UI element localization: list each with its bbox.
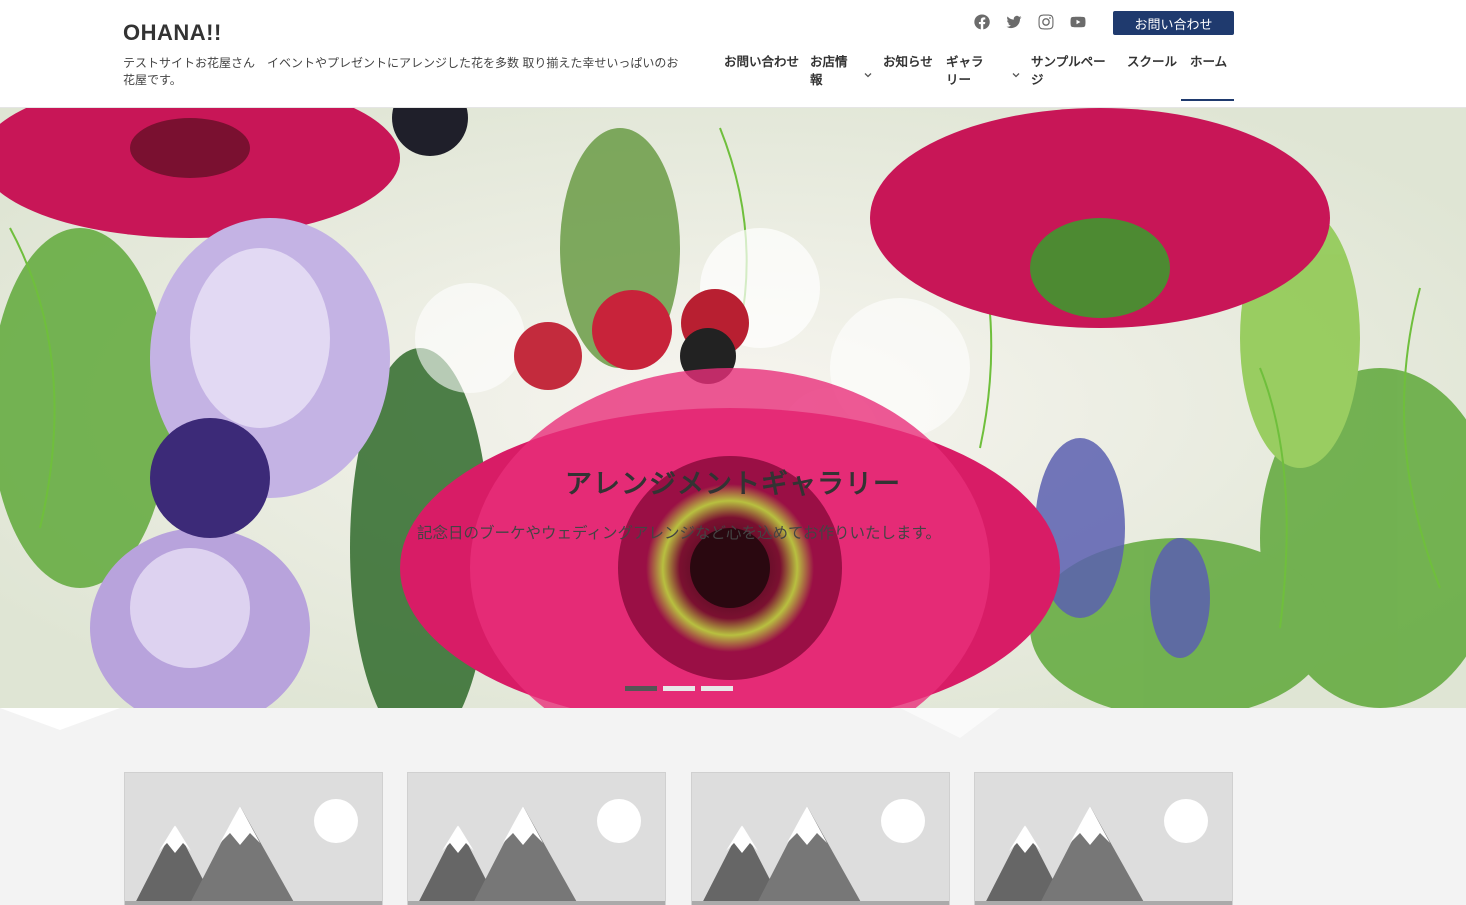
- post-card-2[interactable]: [407, 772, 666, 905]
- nav-item-contact[interactable]: お問い合わせ: [715, 52, 799, 101]
- nav-item-label: お知らせ: [883, 54, 933, 69]
- site-tagline: テストサイトお花屋さん イベントやプレゼントにアレンジした花を多数 取り揃えた幸…: [123, 56, 679, 87]
- nav-item-label: スクール: [1127, 54, 1178, 69]
- slider-dot-1[interactable]: [625, 686, 657, 691]
- chevron-down-icon[interactable]: [864, 66, 872, 78]
- nav-item-label: お問い合わせ: [724, 54, 800, 69]
- image-placeholder-icon: [125, 773, 382, 905]
- content-section: [0, 708, 1466, 905]
- image-placeholder-icon: [975, 773, 1232, 905]
- post-card-1[interactable]: [124, 772, 383, 905]
- contact-button[interactable]: お問い合わせ: [1113, 11, 1234, 35]
- twitter-icon[interactable]: [1004, 12, 1024, 32]
- nav-item-news[interactable]: お知らせ: [874, 52, 934, 101]
- nav-item-sample-page[interactable]: サンプルページ: [1022, 52, 1117, 101]
- nav-item-home[interactable]: ホーム: [1181, 52, 1234, 101]
- nav-item-label: お店情報: [810, 54, 848, 87]
- chevron-down-icon[interactable]: [1012, 66, 1020, 78]
- nav-item-school[interactable]: スクール: [1118, 52, 1178, 101]
- hero-flower-image: [0, 108, 1466, 708]
- nav-item-gallery[interactable]: ギャラリー: [937, 52, 1021, 101]
- image-placeholder-icon: [692, 773, 949, 905]
- hero-slider[interactable]: アレンジメントギャラリー 記念日のブーケやウェディングアレンジなど心を込めてお作…: [0, 108, 1466, 708]
- facebook-icon[interactable]: [972, 12, 992, 32]
- hero-title: アレンジメントギャラリー: [565, 469, 901, 500]
- social-links: [972, 12, 1088, 32]
- nav-item-label: サンプルページ: [1031, 54, 1106, 87]
- slider-pagination: [625, 686, 733, 691]
- site-title[interactable]: OHANA!!: [123, 20, 222, 46]
- post-card-3[interactable]: [691, 772, 950, 905]
- slider-dot-3[interactable]: [701, 686, 733, 691]
- nav-item-label: ホーム: [1190, 54, 1228, 69]
- instagram-icon[interactable]: [1036, 12, 1056, 32]
- image-placeholder-icon: [408, 773, 665, 905]
- hero-subtitle: 記念日のブーケやウェディングアレンジなど心を込めてお作りいたします。: [417, 524, 941, 542]
- slider-dot-2[interactable]: [663, 686, 695, 691]
- nav-item-label: ギャラリー: [946, 54, 984, 87]
- post-card-4[interactable]: [974, 772, 1233, 905]
- nav-item-shop-info[interactable]: お店情報: [801, 52, 872, 101]
- site-header: OHANA!! テストサイトお花屋さん イベントやプレゼントにアレンジした花を多…: [0, 0, 1466, 108]
- youtube-icon[interactable]: [1068, 12, 1088, 32]
